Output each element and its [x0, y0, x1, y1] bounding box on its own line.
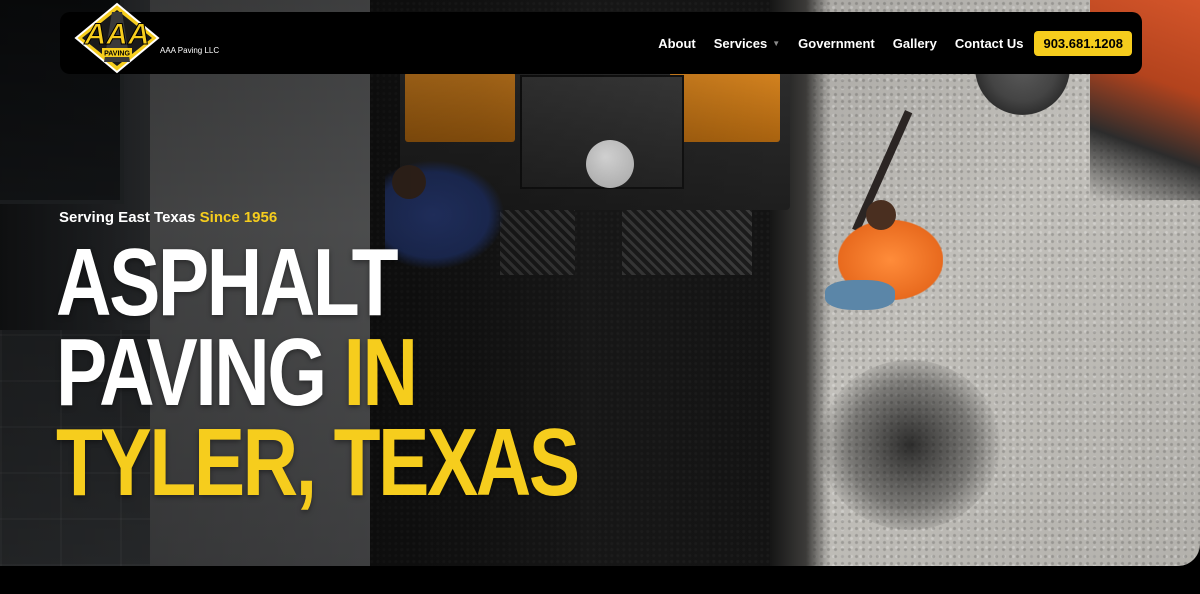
chevron-down-icon: ▼	[772, 38, 781, 48]
nav-link-government[interactable]: Government	[789, 36, 884, 51]
logo-tag: PAVING	[104, 51, 130, 58]
headline-line-3: TYLER, TEXAS	[56, 409, 580, 516]
phone-button[interactable]: 903.681.1208	[1034, 30, 1132, 56]
nav-link-government-label: Government	[798, 35, 875, 51]
nav-link-services[interactable]: Services ▼	[705, 36, 789, 51]
nav-link-gallery-label: Gallery	[892, 35, 937, 51]
hero-headline: ASPHALT PAVING IN TYLER, TEXAS	[56, 229, 580, 516]
nav-link-about-label: About	[658, 35, 696, 51]
nav-link-contact[interactable]: Contact Us	[946, 36, 1033, 51]
aaa-logo-icon: AAA PAVING	[74, 2, 160, 74]
hero-eyebrow-prefix: Serving East Texas	[59, 209, 196, 226]
hero-section: Serving East Texas Since 1956 ASPHALT PA…	[0, 0, 1200, 566]
logo-company-name: AAA Paving LLC	[160, 46, 220, 55]
nav-link-gallery[interactable]: Gallery	[884, 36, 946, 51]
navbar: AAA PAVING AAA Paving LLC About Services…	[60, 2, 1142, 74]
nav-link-contact-label: Contact Us	[954, 35, 1024, 51]
nav-link-services-label: Services	[713, 35, 768, 51]
hero-eyebrow-highlight: Since 1956	[199, 209, 278, 226]
headline-line-2: PAVING IN	[56, 325, 578, 421]
nav-link-about[interactable]: About	[649, 36, 705, 51]
hero-eyebrow: Serving East Texas Since 1956	[59, 209, 277, 226]
site-logo[interactable]: AAA PAVING AAA Paving LLC	[72, 2, 222, 74]
headline-line-1: ASPHALT	[56, 229, 399, 336]
nav-menu: About Services ▼ Government Gallery Cont…	[649, 12, 1132, 74]
logo-text: AAA	[84, 18, 150, 51]
